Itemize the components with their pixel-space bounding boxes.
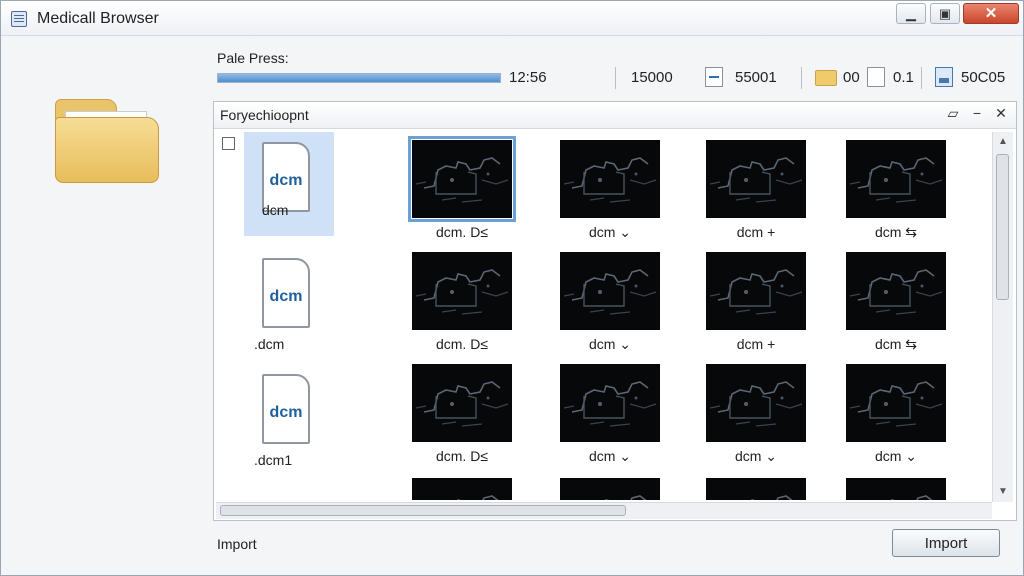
maximize-button[interactable]: ▣ — [930, 3, 960, 24]
thumbnail-label: dcm. D≤ — [435, 224, 489, 240]
dicom-thumbnail[interactable] — [846, 478, 946, 500]
dicom-thumbnail[interactable] — [560, 364, 660, 442]
file-explorer-panel: Foryechioopnt ▱ − ✕ dcm dcm dcm .dcm dcm .dcm… — [213, 101, 1017, 521]
progress-label: Pale Press: — [217, 50, 289, 66]
folder-icon[interactable] — [55, 93, 161, 185]
dicom-thumbnail[interactable] — [706, 364, 806, 442]
file-icon-text: dcm — [269, 288, 303, 305]
minimize-icon[interactable]: − — [968, 105, 986, 121]
dicom-thumbnail[interactable] — [706, 478, 806, 500]
folder-small-icon — [815, 70, 837, 86]
file-name: .dcm — [254, 336, 285, 352]
dicom-thumbnail[interactable] — [706, 252, 806, 330]
thumbnail-label: dcm ⇆ — [874, 224, 918, 240]
dicom-thumbnail[interactable] — [846, 252, 946, 330]
thumbnail-label: dcm ⇆ — [874, 336, 918, 352]
progress-area: Pale Press: 12:56 15000 55001 00 0.1 50C… — [217, 45, 1017, 93]
vertical-scrollbar[interactable]: ▲ ▼ — [992, 132, 1013, 502]
thumbnail-label: dcm ⌄ — [588, 224, 632, 240]
thumbnail-label: dcm. D≤ — [435, 336, 489, 352]
dicom-thumbnail[interactable] — [846, 140, 946, 218]
close-icon[interactable]: ✕ — [992, 105, 1010, 122]
stat-c-value: 0.1 — [893, 69, 914, 86]
thumbnail-label: dcm ⌄ — [874, 448, 918, 464]
dicom-thumbnail[interactable] — [560, 140, 660, 218]
horizontal-scroll-thumb[interactable] — [220, 505, 626, 516]
document-icon — [867, 67, 885, 87]
progress-time: 12:56 — [509, 69, 547, 86]
disk-icon — [935, 67, 953, 87]
explorer-title: Foryechioopnt — [220, 107, 309, 123]
thumbnail-label: dcm + — [736, 336, 776, 352]
close-button[interactable]: ✕ — [963, 3, 1019, 24]
dicom-file-icon: dcm — [262, 258, 310, 328]
file-item[interactable]: dcm .dcm1 — [244, 364, 334, 468]
dicom-thumbnail[interactable] — [560, 252, 660, 330]
restore-icon[interactable]: ▱ — [944, 105, 962, 122]
dicom-thumbnail[interactable] — [846, 364, 946, 442]
dicom-thumbnail[interactable] — [412, 252, 512, 330]
import-label: Import — [217, 536, 257, 552]
app-icon — [11, 11, 27, 27]
import-button[interactable]: Import — [892, 529, 1000, 557]
title-bar[interactable]: Medicall Browser ▁ ▣ ✕ — [1, 1, 1023, 36]
file-icon-text: dcm — [269, 172, 303, 189]
minimize-button[interactable]: ▁ — [896, 3, 926, 24]
divider — [921, 67, 922, 89]
stat-d-value: 50C05 — [961, 69, 1006, 86]
thumbnail-label: dcm + — [736, 224, 776, 240]
file-item[interactable]: dcm dcm — [244, 132, 334, 236]
arrow-box-icon — [705, 67, 723, 87]
explorer-header: Foryechioopnt ▱ − ✕ — [214, 102, 1016, 129]
file-name: dcm — [262, 202, 289, 218]
horizontal-scrollbar[interactable] — [216, 502, 992, 519]
thumbnail-label: dcm. D≤ — [435, 448, 489, 464]
left-panel — [9, 37, 205, 567]
thumbnail-label: dcm ⌄ — [588, 336, 632, 352]
count-value: 15000 — [631, 69, 673, 86]
stat-a-value: 55001 — [735, 69, 777, 86]
dicom-thumbnail[interactable] — [408, 136, 516, 222]
vertical-scroll-thumb[interactable] — [996, 154, 1009, 300]
app-window: Medicall Browser ▁ ▣ ✕ Pale Press: 12:56… — [0, 0, 1024, 576]
scroll-up-icon[interactable]: ▲ — [998, 136, 1008, 147]
scroll-down-icon[interactable]: ▼ — [998, 486, 1008, 497]
stat-b-value: 00 — [843, 69, 860, 86]
dicom-thumbnail[interactable] — [706, 140, 806, 218]
progress-bar — [217, 73, 501, 83]
file-name: .dcm1 — [254, 452, 293, 468]
dicom-thumbnail[interactable] — [412, 478, 512, 500]
divider — [615, 67, 616, 89]
progress-fill — [218, 74, 500, 82]
file-icon-text: dcm — [269, 404, 303, 421]
thumbnail-label: dcm ⌄ — [734, 448, 778, 464]
dicom-thumbnail[interactable] — [560, 478, 660, 500]
divider — [801, 67, 802, 89]
select-all-checkbox[interactable] — [222, 137, 235, 150]
file-item[interactable]: dcm .dcm — [244, 248, 334, 352]
window-title: Medicall Browser — [37, 10, 159, 27]
dicom-thumbnail[interactable] — [412, 364, 512, 442]
thumbnail-label: dcm ⌄ — [588, 448, 632, 464]
